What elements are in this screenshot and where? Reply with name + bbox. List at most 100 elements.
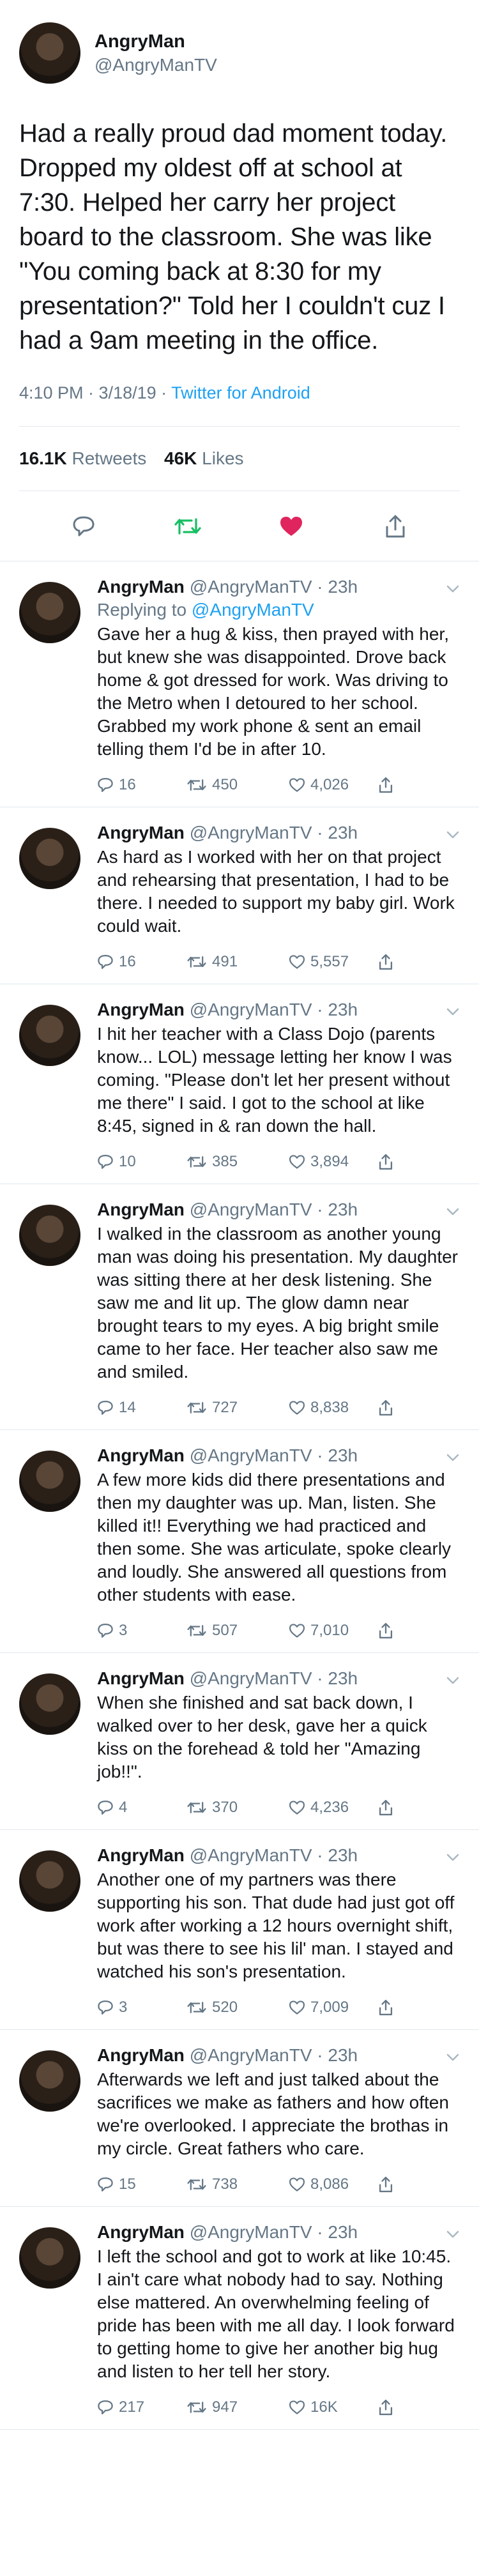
author-handle-time[interactable]: @AngryManTV · 23h <box>190 1000 358 1019</box>
share-button[interactable] <box>378 1154 410 1170</box>
author-handle-time[interactable]: @AngryManTV · 23h <box>190 1845 358 1865</box>
chevron-down-icon[interactable] <box>446 2227 460 2241</box>
author-name[interactable]: AngryMan <box>97 1000 185 1019</box>
author-handle-time[interactable]: @AngryManTV · 23h <box>190 1445 358 1465</box>
share-button[interactable] <box>378 1799 410 1816</box>
reply-button[interactable]: 15 <box>97 2176 186 2193</box>
author-handle-time[interactable]: @AngryManTV · 23h <box>190 1200 358 1219</box>
reply-tweet-2[interactable]: AngryMan @AngryManTV · 23h As hard as I … <box>0 807 479 984</box>
author-handle-time[interactable]: @AngryManTV · 23h <box>190 823 358 842</box>
share-button[interactable] <box>376 507 414 545</box>
author-handle-time[interactable]: @AngryManTV · 23h <box>190 577 358 597</box>
share-button[interactable] <box>378 2399 410 2416</box>
reply-tweet-7[interactable]: AngryMan @AngryManTV · 23h Another one o… <box>0 1830 479 2030</box>
author-name[interactable]: AngryMan <box>97 2222 185 2242</box>
retweet-button[interactable]: 507 <box>186 1622 289 1640</box>
like-button[interactable]: 4,236 <box>289 1799 378 1817</box>
like-button[interactable]: 8,086 <box>289 2176 378 2193</box>
avatar[interactable] <box>19 22 80 84</box>
author-name[interactable]: AngryMan <box>97 577 185 597</box>
reply-button[interactable]: 16 <box>97 776 186 794</box>
retweet-button[interactable]: 450 <box>186 776 289 794</box>
share-button[interactable] <box>378 777 410 793</box>
retweets-stat[interactable]: 16.1K Retweets <box>19 448 146 468</box>
author-block[interactable]: AngryMan @AngryManTV <box>95 31 217 75</box>
reply-tweet-8[interactable]: AngryMan @AngryManTV · 23h Afterwards we… <box>0 2030 479 2207</box>
chevron-down-icon[interactable] <box>446 1205 460 1219</box>
author-name[interactable]: AngryMan <box>97 823 185 842</box>
avatar[interactable] <box>19 1673 80 1735</box>
avatar[interactable] <box>19 2227 80 2289</box>
avatar[interactable] <box>19 1451 80 1512</box>
reply-tweet-1[interactable]: AngryMan @AngryManTV · 23h Replying to @… <box>0 561 479 807</box>
author-handle-time[interactable]: @AngryManTV · 23h <box>190 2222 358 2242</box>
reply-button[interactable]: 4 <box>97 1799 186 1817</box>
reply-tweet-9[interactable]: AngryMan @AngryManTV · 23h I left the sc… <box>0 2207 479 2430</box>
reply-text: I walked in the classroom as another you… <box>97 1224 458 1382</box>
avatar[interactable] <box>19 1205 80 1266</box>
reply-button[interactable]: 3 <box>97 1622 186 1640</box>
like-button[interactable]: 5,557 <box>289 953 378 971</box>
like-button[interactable]: 16K <box>289 2398 378 2416</box>
retweet-button[interactable]: 738 <box>186 2176 289 2193</box>
replies-list: AngryMan @AngryManTV · 23h Replying to @… <box>0 561 479 2430</box>
like-button[interactable]: 8,838 <box>289 1399 378 1417</box>
like-button[interactable]: 3,894 <box>289 1153 378 1171</box>
reply-button[interactable]: 217 <box>97 2398 186 2416</box>
retweet-icon <box>187 779 206 791</box>
like-button[interactable]: 4,026 <box>289 776 378 794</box>
author-name[interactable]: AngryMan <box>95 31 217 52</box>
retweet-button[interactable]: 491 <box>186 953 289 971</box>
retweet-button[interactable]: 520 <box>186 1999 289 2016</box>
chevron-down-icon[interactable] <box>446 1673 460 1688</box>
reply-button[interactable]: 14 <box>97 1399 186 1417</box>
replying-to-link[interactable]: @AngryManTV <box>192 600 314 620</box>
reply-button[interactable]: 3 <box>97 1999 186 2016</box>
avatar[interactable] <box>19 1005 80 1066</box>
retweet-button[interactable]: 385 <box>186 1153 289 1171</box>
author-name[interactable]: AngryMan <box>97 1845 185 1865</box>
author-handle-time[interactable]: @AngryManTV · 23h <box>190 2045 358 2065</box>
reply-tweet-4[interactable]: AngryMan @AngryManTV · 23h I walked in t… <box>0 1184 479 1430</box>
tweet-source-link[interactable]: Twitter for Android <box>171 383 310 402</box>
author-name[interactable]: AngryMan <box>97 2045 185 2065</box>
reply-button[interactable]: 10 <box>97 1153 186 1171</box>
reply-tweet-3[interactable]: AngryMan @AngryManTV · 23h I hit her tea… <box>0 984 479 1184</box>
retweet-button[interactable] <box>169 507 207 545</box>
avatar[interactable] <box>19 582 80 643</box>
share-button[interactable] <box>378 1999 410 2016</box>
share-button[interactable] <box>378 954 410 970</box>
like-button[interactable]: 7,010 <box>289 1622 378 1640</box>
chevron-down-icon[interactable] <box>446 582 460 596</box>
share-icon <box>379 2176 393 2193</box>
chevron-down-icon[interactable] <box>446 2050 460 2064</box>
retweet-button[interactable]: 947 <box>186 2398 289 2416</box>
chevron-down-icon[interactable] <box>446 1850 460 1864</box>
author-name[interactable]: AngryMan <box>97 1200 185 1219</box>
likes-stat[interactable]: 46K Likes <box>164 448 244 468</box>
retweet-button[interactable]: 370 <box>186 1799 289 1817</box>
like-button[interactable]: 7,009 <box>289 1999 378 2016</box>
share-button[interactable] <box>378 1622 410 1639</box>
share-button[interactable] <box>378 1399 410 1416</box>
author-name[interactable]: AngryMan <box>97 1445 185 1465</box>
retweet-button[interactable]: 727 <box>186 1399 289 1417</box>
reply-tweet-5[interactable]: AngryMan @AngryManTV · 23h A few more ki… <box>0 1430 479 1653</box>
like-button[interactable] <box>272 507 310 545</box>
reply-body: AngryMan @AngryManTV · 23h Another one o… <box>97 1844 460 2020</box>
chevron-down-icon[interactable] <box>446 1005 460 1019</box>
author-name[interactable]: AngryMan <box>97 1668 185 1688</box>
avatar[interactable] <box>19 1850 80 1912</box>
avatar[interactable] <box>19 828 80 889</box>
author-handle-time[interactable]: @AngryManTV · 23h <box>190 1668 358 1688</box>
author-handle[interactable]: @AngryManTV <box>95 55 217 75</box>
reply-button[interactable] <box>65 507 103 545</box>
reply-button[interactable]: 16 <box>97 953 186 971</box>
chevron-down-icon[interactable] <box>446 828 460 842</box>
avatar[interactable] <box>19 2050 80 2112</box>
share-button[interactable] <box>378 2176 410 2193</box>
share-icon <box>379 954 393 970</box>
chevron-down-icon[interactable] <box>446 1451 460 1465</box>
reply-tweet-6[interactable]: AngryMan @AngryManTV · 23h When she fini… <box>0 1653 479 1830</box>
reply-text: Afterwards we left and just talked about… <box>97 2069 449 2158</box>
